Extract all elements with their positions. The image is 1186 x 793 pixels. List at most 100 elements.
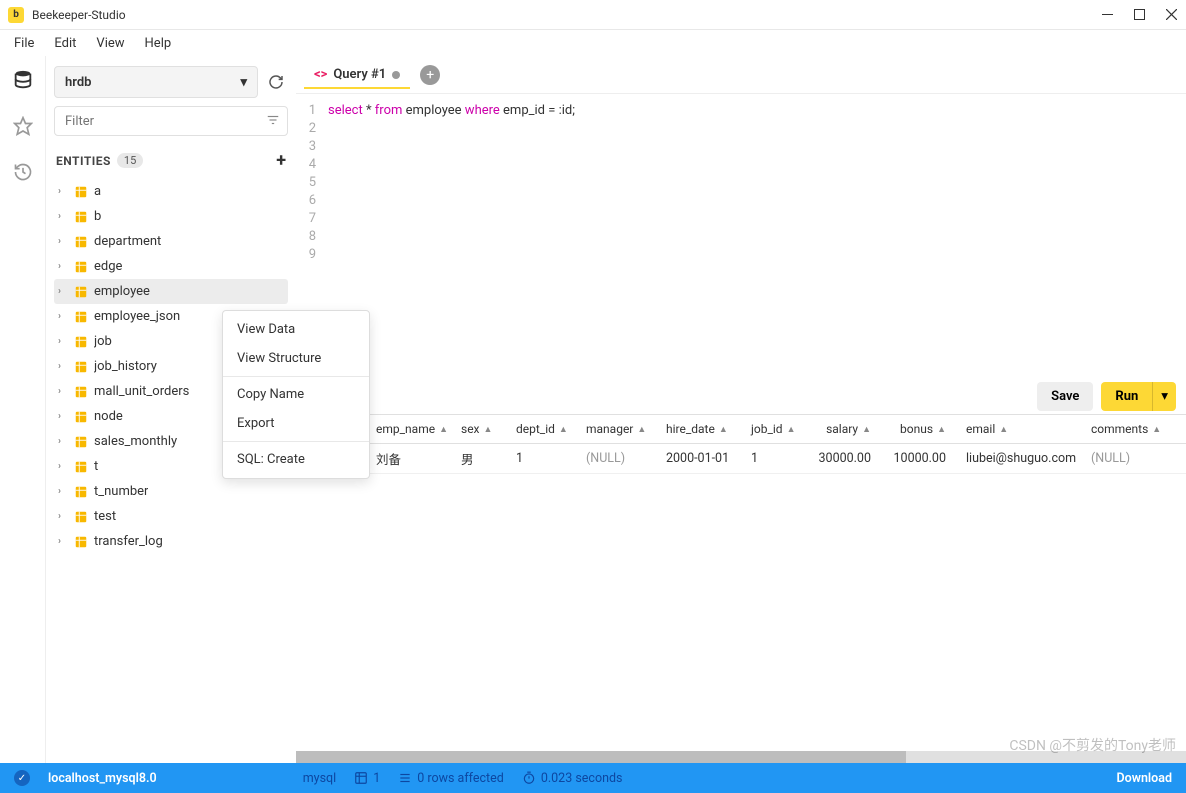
filter-input[interactable] <box>54 106 288 136</box>
table-icon <box>74 435 88 449</box>
run-dropdown-button[interactable]: ▾ <box>1152 382 1176 411</box>
result-count: 1 <box>354 771 380 786</box>
connection-label[interactable]: localhost_mysql8.0 <box>48 771 157 786</box>
results-header: emp_id▲emp_name▲sex▲dept_id▲manager▲hire… <box>296 414 1186 444</box>
column-header-sex[interactable]: sex▲ <box>451 422 506 436</box>
table-cell[interactable]: 1 <box>741 451 806 466</box>
menu-view[interactable]: View <box>88 33 132 54</box>
column-header-hire_date[interactable]: hire_date▲ <box>656 422 741 436</box>
filter-icon[interactable] <box>266 113 280 131</box>
table-cell[interactable]: 30000.00 <box>806 451 881 466</box>
star-icon[interactable] <box>9 112 37 140</box>
results-panel: emp_id▲emp_name▲sex▲dept_id▲manager▲hire… <box>296 414 1186 763</box>
download-link[interactable]: Download <box>1117 771 1173 786</box>
chevron-down-icon: ▾ <box>240 75 247 90</box>
titlebar: b Beekeeper-Studio <box>0 0 1186 30</box>
entity-label: sales_monthly <box>94 434 177 449</box>
query-tab[interactable]: <> Query #1 <box>304 61 410 88</box>
menubar: File Edit View Help <box>0 30 1186 56</box>
tabs-bar: <> Query #1 + <box>296 56 1186 94</box>
horizontal-scrollbar[interactable] <box>296 751 1186 763</box>
context-menu-divider <box>223 376 369 377</box>
maximize-button[interactable] <box>1132 8 1146 22</box>
add-entity-button[interactable]: + <box>276 150 286 171</box>
menu-file[interactable]: File <box>6 33 42 54</box>
context-menu-item[interactable]: View Structure <box>223 344 369 373</box>
table-icon <box>74 310 88 324</box>
entities-count-badge: 15 <box>117 153 143 168</box>
chevron-right-icon: › <box>58 411 68 422</box>
sort-icon: ▲ <box>999 424 1008 435</box>
table-cell[interactable]: (NULL) <box>1081 451 1176 466</box>
table-icon <box>74 210 88 224</box>
table-cell[interactable]: 1 <box>506 451 576 466</box>
menu-help[interactable]: Help <box>137 33 180 54</box>
entity-test[interactable]: ›test <box>54 504 288 529</box>
entity-department[interactable]: ›department <box>54 229 288 254</box>
database-select-value: hrdb <box>65 75 91 90</box>
entity-a[interactable]: ›a <box>54 179 288 204</box>
table-cell[interactable]: liubei@shuguo.com <box>956 451 1081 466</box>
table-row[interactable]: 1刘备男1(NULL)2000-01-01130000.0010000.00li… <box>296 444 1186 474</box>
content-area: <> Query #1 + 123456789 select * from em… <box>296 56 1186 763</box>
run-button[interactable]: Run <box>1101 382 1152 411</box>
entities-header: ENTITIES 15 + <box>54 146 288 179</box>
entity-label: b <box>94 209 101 224</box>
chevron-right-icon: › <box>58 486 68 497</box>
chevron-right-icon: › <box>58 211 68 222</box>
chevron-right-icon: › <box>58 361 68 372</box>
table-cell[interactable]: (NULL) <box>576 451 656 466</box>
scrollbar-thumb[interactable] <box>296 751 906 763</box>
chevron-right-icon: › <box>58 461 68 472</box>
code-view[interactable]: select * from employee where emp_id = :i… <box>322 94 1186 414</box>
minimize-button[interactable] <box>1100 8 1114 22</box>
table-cell[interactable]: 刘备 <box>366 449 451 468</box>
column-header-salary[interactable]: salary▲ <box>806 422 881 436</box>
new-tab-button[interactable]: + <box>420 65 440 85</box>
refresh-button[interactable] <box>264 70 288 94</box>
table-icon <box>74 360 88 374</box>
column-header-comments[interactable]: comments▲ <box>1081 422 1176 436</box>
column-header-emp_name[interactable]: emp_name▲ <box>366 422 451 436</box>
driver-label: mysql <box>303 771 336 786</box>
column-header-email[interactable]: email▲ <box>956 422 1081 436</box>
entity-label: t <box>94 459 98 474</box>
menu-edit[interactable]: Edit <box>46 33 84 54</box>
close-button[interactable] <box>1164 8 1178 22</box>
context-menu-item[interactable]: Export <box>223 409 369 438</box>
save-button[interactable]: Save <box>1037 382 1093 411</box>
context-menu-item[interactable]: SQL: Create <box>223 445 369 474</box>
table-cell[interactable]: 10000.00 <box>881 451 956 466</box>
table-icon <box>74 485 88 499</box>
entity-label: t_number <box>94 484 148 499</box>
entity-transfer_log[interactable]: ›transfer_log <box>54 529 288 554</box>
entity-edge[interactable]: ›edge <box>54 254 288 279</box>
column-header-bonus[interactable]: bonus▲ <box>881 422 956 436</box>
entity-t_number[interactable]: › t_number <box>54 479 288 504</box>
column-header-job_id[interactable]: job_id▲ <box>741 422 806 436</box>
column-header-manager[interactable]: manager▲ <box>576 422 656 436</box>
entity-employee[interactable]: ›employee <box>54 279 288 304</box>
chevron-right-icon: › <box>58 236 68 247</box>
entity-label: job_history <box>94 359 157 374</box>
run-bar: Save Run ▾ <box>1037 382 1176 411</box>
table-icon <box>74 335 88 349</box>
entity-b[interactable]: ›b <box>54 204 288 229</box>
table-icon <box>74 285 88 299</box>
column-header-dept_id[interactable]: dept_id▲ <box>506 422 576 436</box>
run-button-group: Run ▾ <box>1101 382 1176 411</box>
database-select[interactable]: hrdb ▾ <box>54 66 258 98</box>
table-cell[interactable]: 2000-01-01 <box>656 451 741 466</box>
table-cell[interactable]: 男 <box>451 449 506 468</box>
code-icon: <> <box>314 67 327 82</box>
database-icon[interactable] <box>9 66 37 94</box>
history-icon[interactable] <box>9 158 37 186</box>
sort-icon: ▲ <box>719 424 728 435</box>
chevron-right-icon: › <box>58 536 68 547</box>
main-layout: hrdb ▾ ENTITIES 15 + ›a›b›department›edg… <box>0 56 1186 763</box>
sort-icon: ▲ <box>637 424 646 435</box>
sql-editor[interactable]: 123456789 select * from employee where e… <box>296 94 1186 414</box>
context-menu-item[interactable]: Copy Name <box>223 380 369 409</box>
context-menu-item[interactable]: View Data <box>223 315 369 344</box>
entity-label: employee <box>94 284 150 299</box>
